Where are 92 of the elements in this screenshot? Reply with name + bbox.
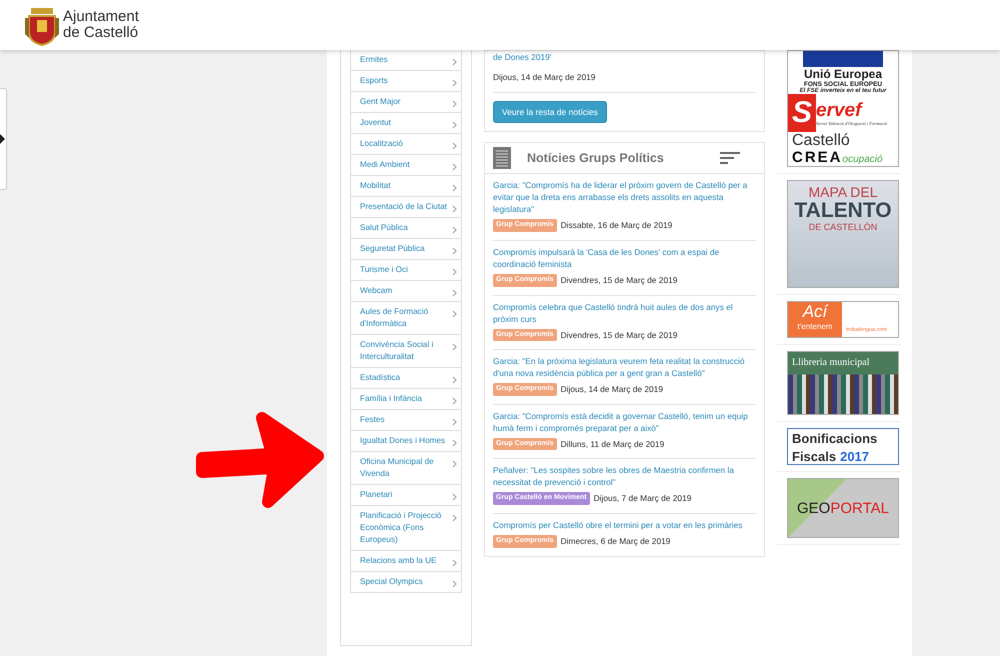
chevron-icon: [452, 580, 457, 588]
chevron-icon: [452, 289, 457, 297]
document-icon: [493, 147, 511, 170]
banner-text: MAPA DEL: [808, 184, 878, 200]
news-date: Divendres, 15 de Març de 2019: [560, 328, 678, 342]
banner-text: DE CASTELLÓN: [808, 222, 878, 232]
chevron-icon: [452, 121, 457, 129]
news-date: Divendres, 15 de Març de 2019: [560, 274, 678, 287]
menu-item[interactable]: Convivència Social i Interculturalitat: [350, 335, 462, 368]
side-tab[interactable]: [0, 88, 7, 190]
menu-item[interactable]: Special Olympics: [350, 572, 462, 593]
chevron-icon: [452, 514, 457, 522]
chevron-icon: [452, 559, 457, 567]
banner-text: TALENTO: [793, 200, 893, 222]
chevron-icon: [452, 163, 457, 171]
banner-text: Bonificacions: [792, 430, 878, 448]
menu-item[interactable]: Oficina Municipal de Vivenda: [350, 452, 462, 485]
chevron-icon: [452, 226, 457, 234]
menu-item[interactable]: Presentació de la Ciutat: [350, 197, 462, 218]
chevron-icon: [452, 343, 457, 351]
news-date: Dijous, 7 de Març de 2019: [594, 492, 692, 506]
section-title: Notícies Grups Polítics: [527, 150, 665, 167]
news-date: Dilluns, 11 de Març de 2019: [560, 438, 664, 450]
more-news-button[interactable]: Veure la resta de notícies: [493, 100, 607, 124]
chevron-icon: [452, 460, 457, 468]
menu-item[interactable]: Salut Pública: [350, 218, 462, 239]
news-date: Dijous, 14 de Març de 2019: [493, 71, 756, 93]
banner-text: t'entenem: [796, 322, 834, 331]
chevron-icon: [452, 100, 457, 108]
menu-item[interactable]: Localització: [350, 134, 462, 155]
menu-item[interactable]: Festes: [350, 410, 462, 431]
banner-text: Llibreria municipal: [791, 356, 870, 370]
geoportal-banner[interactable]: GEOPORTAL: [787, 478, 899, 538]
menu-item[interactable]: Família i Infància: [350, 389, 462, 410]
chevron-icon: [452, 397, 457, 405]
menu-item[interactable]: Planetari: [350, 485, 462, 506]
caret-icon: [0, 134, 5, 144]
talent-map-banner[interactable]: MAPA DEL TALENTO DE CASTELLÓN: [787, 180, 899, 288]
banner-text: Ací: [801, 302, 830, 322]
chevron-icon: [452, 268, 457, 276]
menu-item[interactable]: Turisme i Oci: [350, 260, 462, 281]
menu-item[interactable]: Webcam: [350, 281, 462, 302]
news-link[interactable]: Garcia: "Compromís ha de liderar el pròxim govern de Castelló per a evitar que la dreta ens arrabasse els drets assolits en aquesta legislatura": [493, 179, 756, 216]
news-link[interactable]: de Dones 2019': [493, 51, 756, 63]
menu-item[interactable]: Joventut: [350, 113, 462, 134]
chevron-icon: [452, 58, 457, 66]
news-link[interactable]: Compromís impulsarà la 'Casa de les Dones' com a espai de coordinació feminista: [493, 246, 756, 270]
menu-item[interactable]: Relacions amb la UE: [350, 551, 462, 572]
banner-text: PORTAL: [830, 500, 889, 516]
news-date: Dissabte, 16 de Març de 2019: [560, 219, 672, 232]
menu-item[interactable]: Planificació i Projecció Econòmica (Fons Europeus): [350, 506, 462, 551]
chevron-icon: [452, 493, 457, 501]
banner-text: 2017: [840, 449, 870, 464]
banner-text: ocupació: [842, 154, 883, 166]
menu-item[interactable]: Gent Major: [350, 92, 462, 113]
banner-text: S: [788, 94, 816, 132]
chevron-icon: [452, 142, 457, 150]
menu-item[interactable]: Aules de Formació d'Informàtica: [350, 302, 462, 335]
library-banner[interactable]: Llibreria municipal: [787, 351, 899, 415]
tax-bonus-banner[interactable]: Bonificacions Fiscals 2017: [787, 428, 899, 465]
banner-text: GEO: [797, 500, 830, 516]
news-date: Dijous, 14 de Març de 2019: [560, 383, 663, 396]
menu-item[interactable]: Seguretat Pública: [350, 239, 462, 260]
menu-item[interactable]: Igualtat Dones i Homes: [350, 431, 462, 452]
chevron-icon: [452, 310, 457, 318]
banner-text: Fiscals: [792, 449, 836, 464]
news-link[interactable]: Garcia: "Compromís està decidit a governar Castelló, tenim un equip humà ferm i compromés preparat per a això": [493, 410, 756, 434]
sort-icon[interactable]: [720, 152, 740, 164]
flag-icon: [803, 51, 883, 67]
crea-banner[interactable]: Castelló CREA ocupació: [787, 132, 899, 167]
menu-item[interactable]: Ermites: [350, 50, 462, 71]
chevron-icon: [452, 439, 457, 447]
menu-item[interactable]: Esports: [350, 71, 462, 92]
news-date: Dimecres, 6 de Març de 2019: [560, 535, 670, 548]
logo-text[interactable]: Ajuntament de Castelló: [63, 9, 139, 41]
banner-text: CREA: [792, 150, 843, 166]
chevron-icon: [452, 184, 457, 192]
menu-item[interactable]: Medi Ambient: [350, 155, 462, 176]
news-link[interactable]: Compromís per Castelló obre el termini per a votar en les primàries: [493, 519, 756, 532]
banner-text: Castelló: [792, 132, 851, 150]
chevron-icon: [452, 376, 457, 384]
banner-text: Unió Europea: [802, 67, 884, 81]
menu-item[interactable]: Mobilitat: [350, 176, 462, 197]
chevron-icon: [452, 205, 457, 213]
news-link[interactable]: Peñalver: "Les sospites sobre les obres de Maestria confirmen la necessitat de prevenció i control": [493, 464, 756, 488]
chevron-icon: [452, 247, 457, 255]
news-link[interactable]: Garcia: "En la pròxima legislatura veurem feta realitat la construcció d'una nova residència pública per a gent gran a Castelló": [493, 355, 756, 380]
chevron-icon: [452, 418, 457, 426]
news-link[interactable]: Compromís celebra que Castelló tindrà huit aules de dos anys el pròxim curs: [493, 300, 756, 325]
banner-text: ervef: [816, 100, 864, 120]
menu-item[interactable]: Estadística: [350, 368, 462, 389]
chevron-icon: [452, 79, 457, 87]
